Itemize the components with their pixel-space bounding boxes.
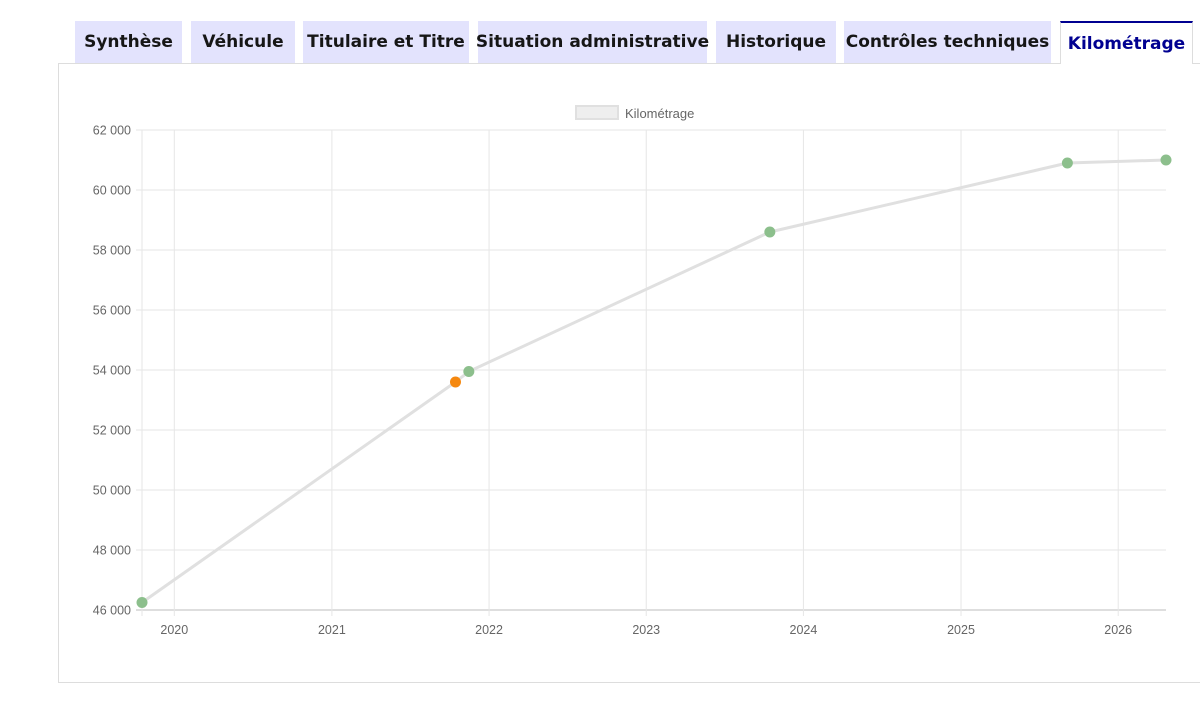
x-tick-label: 2025 — [947, 623, 975, 637]
data-point[interactable] — [764, 226, 776, 238]
data-point[interactable] — [1160, 154, 1172, 166]
legend-swatch — [575, 105, 619, 120]
y-tick-label: 60 000 — [93, 184, 131, 198]
y-tick-label: 50 000 — [93, 484, 131, 498]
x-tick-label: 2024 — [790, 623, 818, 637]
data-point-warning[interactable] — [449, 376, 461, 388]
chart-grid — [136, 129, 1166, 616]
y-tick-label: 62 000 — [93, 124, 131, 138]
y-tick-label: 52 000 — [93, 424, 131, 438]
x-tick-label: 2021 — [318, 623, 346, 637]
y-tick-label: 46 000 — [93, 604, 131, 618]
y-tick-label: 58 000 — [93, 244, 131, 258]
data-point[interactable] — [463, 366, 475, 377]
y-tick-label: 56 000 — [93, 304, 131, 318]
x-tick-label: 2020 — [160, 623, 188, 637]
chart-legend[interactable]: Kilométrage — [575, 105, 694, 121]
data-point[interactable] — [136, 597, 148, 608]
mileage-chart: 46 000 48 000 50 000 52 000 54 000 56 000 58 0… — [93, 105, 1172, 638]
legend-label: Kilométrage — [625, 106, 694, 121]
x-tick-label: 2023 — [632, 623, 660, 637]
chart-series — [136, 154, 1172, 608]
chart-axes: 46 000 48 000 50 000 52 000 54 000 56 000 58 0… — [93, 124, 1132, 638]
x-tick-label: 2022 — [475, 623, 503, 637]
x-tick-label: 2026 — [1104, 623, 1132, 637]
y-tick-label: 54 000 — [93, 364, 131, 378]
y-tick-label: 48 000 — [93, 544, 131, 558]
series-line — [141, 158, 1167, 604]
data-point[interactable] — [1061, 157, 1073, 169]
